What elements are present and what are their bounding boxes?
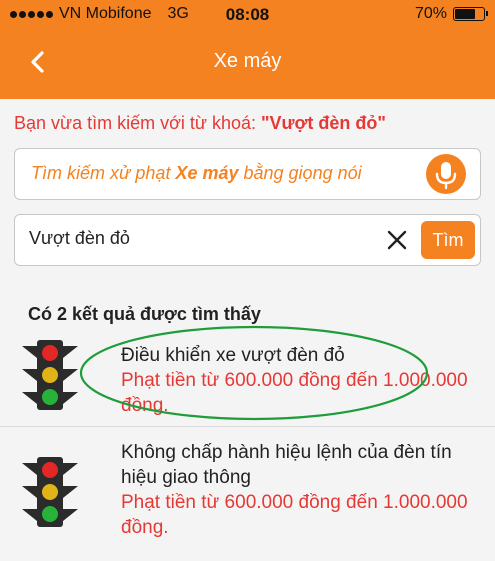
page-title: Xe máy — [213, 50, 282, 72]
result-fine: Phạt tiền từ 600.000 đồng đến 1.000.000 … — [121, 370, 468, 416]
notice-keyword: "Vượt đèn đỏ" — [260, 113, 386, 133]
clear-search-button[interactable] — [386, 229, 408, 251]
search-input[interactable] — [29, 228, 369, 249]
voice-text-before: Tìm kiếm xử phạt — [31, 163, 176, 183]
microphone-icon — [435, 162, 457, 190]
result-fine: Phạt tiền từ 600.000 đồng đến 1.000.000 … — [121, 492, 468, 538]
battery-icon — [453, 7, 488, 21]
result-title: Không chấp hành hiệu lệnh của đèn tín hi… — [121, 442, 452, 488]
voice-text-vehicle: Xe máy — [175, 163, 239, 183]
voice-search-field[interactable]: Tìm kiếm xử phạt Xe máy bằng giọng nói — [14, 148, 481, 200]
traffic-light-icon — [20, 340, 80, 410]
search-query-field: Tìm — [14, 214, 481, 266]
header: VN Mobifone 3G 08:08 70% Xe máy — [0, 0, 495, 99]
traffic-light-icon — [20, 457, 80, 527]
divider — [0, 426, 495, 427]
close-icon — [387, 230, 407, 250]
notice-prefix: Bạn vừa tìm kiếm với từ khoá: — [14, 113, 261, 133]
voice-text-after: bằng giọng nói — [238, 163, 362, 183]
search-area: Bạn vừa tìm kiếm với từ khoá: "Vượt đèn … — [0, 99, 495, 325]
search-keyword-notice: Bạn vừa tìm kiếm với từ khoá: "Vượt đèn … — [14, 113, 481, 134]
result-title: Điều khiển xe vượt đèn đỏ — [121, 345, 345, 366]
status-bar: VN Mobifone 3G 08:08 70% — [0, 0, 495, 30]
search-button[interactable]: Tìm — [421, 221, 475, 259]
voice-search-placeholder: Tìm kiếm xử phạt Xe máy bằng giọng nói — [31, 163, 362, 184]
nav-bar: Xe máy — [0, 30, 495, 99]
battery-percent: 70% — [414, 5, 447, 22]
voice-search-button[interactable] — [426, 154, 466, 194]
results-count: Có 2 kết quả được tìm thấy — [28, 304, 261, 324]
